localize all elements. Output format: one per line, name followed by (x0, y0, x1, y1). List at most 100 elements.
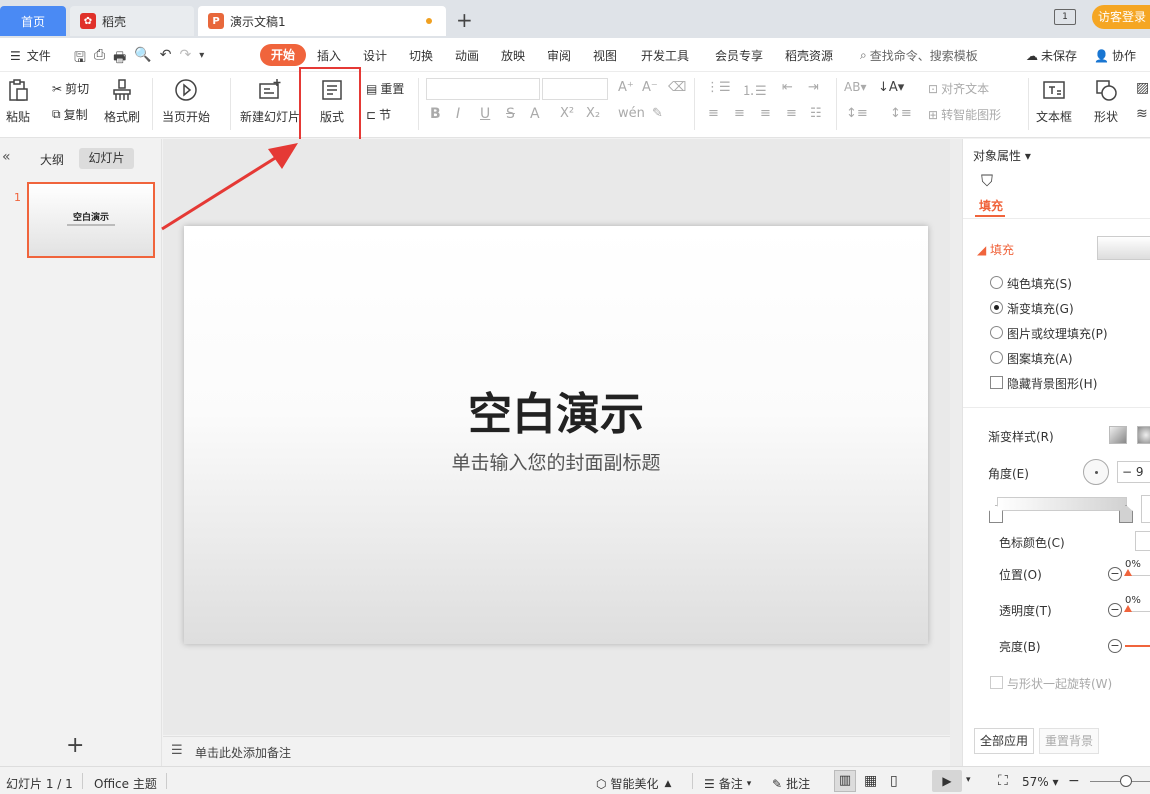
tab-slides[interactable]: 幻灯片 (79, 148, 134, 169)
properties-header[interactable]: 对象属性 ▾ (973, 147, 1031, 164)
highlight-icon[interactable]: ✎ (652, 106, 663, 121)
brightness-minus-button[interactable]: − (1108, 639, 1122, 653)
add-stop-button[interactable] (1141, 495, 1150, 523)
command-search[interactable]: ⌕ 查找命令、搜索模板 (860, 47, 978, 64)
brightness-slider[interactable] (1125, 645, 1150, 647)
subscript-icon[interactable]: X₂ (586, 106, 600, 121)
angle-input[interactable]: − 9 (1117, 461, 1150, 483)
file-menu[interactable]: ☰ 文件 (10, 47, 51, 64)
gradient-linear-swatch[interactable] (1109, 426, 1127, 444)
grow-font-icon[interactable]: A⁺ (618, 80, 634, 95)
slide-subtitle[interactable]: 单击输入您的封面副标题 (184, 448, 928, 475)
option-pattern-fill[interactable]: 图案填充(A) (1007, 350, 1073, 367)
angle-dial[interactable] (1083, 459, 1109, 485)
notes-bar[interactable]: ☰ 单击此处添加备注 (163, 736, 950, 766)
zoom-level[interactable]: 57% ▾ (1022, 775, 1059, 789)
apply-all-button[interactable]: 全部应用 (974, 728, 1034, 754)
align-left-icon[interactable]: ≡ (708, 106, 719, 121)
cut-button[interactable]: ✂ 剪切 (52, 80, 89, 97)
fit-window-icon[interactable]: ⛶ (998, 773, 1008, 789)
align-center-icon[interactable]: ≡ (734, 106, 745, 121)
menu-developer[interactable]: 开发工具 (641, 47, 689, 64)
numbered-list-icon[interactable]: ⒈☰ (742, 80, 767, 99)
smart-beautify-button[interactable]: ⬡ 智能美化 ▲ (596, 775, 671, 792)
menu-view[interactable]: 视图 (593, 47, 617, 64)
align-right-icon[interactable]: ≡ (760, 106, 771, 121)
menu-animation[interactable]: 动画 (455, 47, 479, 64)
option-gradient-fill[interactable]: 渐变填充(G) (1007, 300, 1074, 317)
new-tab-button[interactable]: + (456, 8, 473, 32)
superscript-icon[interactable]: X² (560, 106, 574, 121)
format-painter-button[interactable]: 格式刷 (104, 78, 140, 125)
transparency-slider-thumb[interactable] (1124, 605, 1132, 612)
copy-button[interactable]: ⧉ 复制 (52, 106, 88, 123)
guest-login-button[interactable]: 访客登录 (1092, 5, 1150, 29)
hide-bg-label[interactable]: 隐藏背景图形(H) (1007, 375, 1097, 392)
print-preview-icon[interactable]: 🔍 (134, 47, 151, 71)
section-fill[interactable]: ◢ 填充 (977, 241, 1014, 258)
tab-daoke[interactable]: ✿ 稻壳 (70, 6, 194, 36)
undo-icon[interactable]: ↶ (160, 47, 172, 71)
justify-icon[interactable]: ≡ (786, 106, 797, 121)
export-pdf-icon[interactable]: ⎙ (94, 47, 105, 71)
layers-icon[interactable]: ≋ (1136, 106, 1148, 122)
fill-bucket-icon[interactable]: ⛉ (981, 171, 993, 191)
fill-color-preview[interactable] (1097, 236, 1150, 260)
smart-shape-button[interactable]: ⊞ 转智能图形 (928, 106, 1001, 123)
strikethrough-icon[interactable]: S (506, 106, 515, 122)
italic-icon[interactable]: I (456, 106, 460, 122)
font-color-icon[interactable]: A (530, 106, 540, 122)
paragraph-spacing-icon[interactable]: ↕≡ (890, 106, 912, 121)
phonetic-icon[interactable]: wén (618, 106, 645, 121)
collapse-panel-icon[interactable]: « (2, 149, 11, 165)
option-picture-fill[interactable]: 图片或纹理填充(P) (1007, 325, 1108, 342)
position-minus-button[interactable]: − (1108, 567, 1122, 581)
font-name-select[interactable] (426, 78, 540, 100)
rotate-with-shape-checkbox[interactable] (990, 676, 1003, 689)
sort-direction-icon[interactable]: ↓A▾ (878, 80, 904, 95)
redo-icon[interactable]: ↷ (180, 47, 192, 71)
tab-fill[interactable]: 填充 (979, 197, 1003, 214)
play-slideshow-button[interactable]: ▶ (932, 770, 962, 792)
customize-toolbar-icon[interactable]: ▾ (199, 50, 204, 71)
textbox-button[interactable]: 文本框 (1036, 78, 1072, 125)
shape-button[interactable]: 形状 (1094, 78, 1118, 125)
option-solid-fill[interactable]: 纯色填充(S) (1007, 275, 1072, 292)
underline-icon[interactable]: U (480, 106, 490, 122)
menu-transition[interactable]: 切换 (409, 47, 433, 64)
line-spacing-icon[interactable]: ↕≡ (846, 106, 868, 121)
font-size-select[interactable] (542, 78, 608, 100)
bullet-list-icon[interactable]: ⋮☰ (706, 80, 731, 95)
bold-icon[interactable]: B (430, 106, 441, 122)
section-button[interactable]: ⊏ 节 (366, 106, 391, 123)
add-slide-button[interactable]: + (66, 733, 84, 758)
tab-document[interactable]: P 演示文稿1 (198, 6, 446, 36)
rotate-with-shape-label[interactable]: 与形状一起旋转(W) (1007, 675, 1112, 692)
collab-button[interactable]: 👤 协作 (1094, 47, 1136, 64)
zoom-slider-thumb[interactable] (1120, 775, 1132, 787)
right-panel-splitter[interactable] (950, 139, 962, 766)
align-text-button[interactable]: ⊡ 对齐文本 (928, 80, 989, 97)
reset-background-button[interactable]: 重置背景 (1039, 728, 1099, 754)
slide-canvas[interactable]: 空白演示 单击输入您的封面副标题 (184, 226, 928, 644)
transparency-minus-button[interactable]: − (1108, 603, 1122, 617)
stop-color-picker[interactable] (1135, 531, 1150, 551)
slide-sorter-icon[interactable]: ▦ (864, 773, 877, 789)
text-direction-icon[interactable]: AB▾ (844, 80, 866, 94)
menu-review[interactable]: 审阅 (547, 47, 571, 64)
unsaved-status[interactable]: ☁ 未保存 (1026, 47, 1077, 64)
tab-home[interactable]: 首页 (0, 6, 66, 36)
zoom-out-icon[interactable]: − (1068, 773, 1080, 789)
radio-solid-fill[interactable] (990, 276, 1003, 289)
distribute-icon[interactable]: ☷ (810, 106, 822, 121)
normal-view-icon[interactable]: ▥ (834, 770, 856, 792)
shrink-font-icon[interactable]: A⁻ (642, 80, 658, 95)
clear-format-icon[interactable]: ⌫ (668, 80, 686, 95)
hide-bg-checkbox[interactable] (990, 376, 1003, 389)
menu-design[interactable]: 设计 (363, 47, 387, 64)
decrease-indent-icon[interactable]: ⇤ (782, 80, 793, 95)
theme-name[interactable]: Office 主题 (94, 775, 157, 792)
tab-outline[interactable]: 大纲 (40, 151, 64, 168)
new-slide-button[interactable]: 新建幻灯片 (240, 78, 300, 125)
reset-button[interactable]: ▤ 重置 (366, 80, 404, 97)
